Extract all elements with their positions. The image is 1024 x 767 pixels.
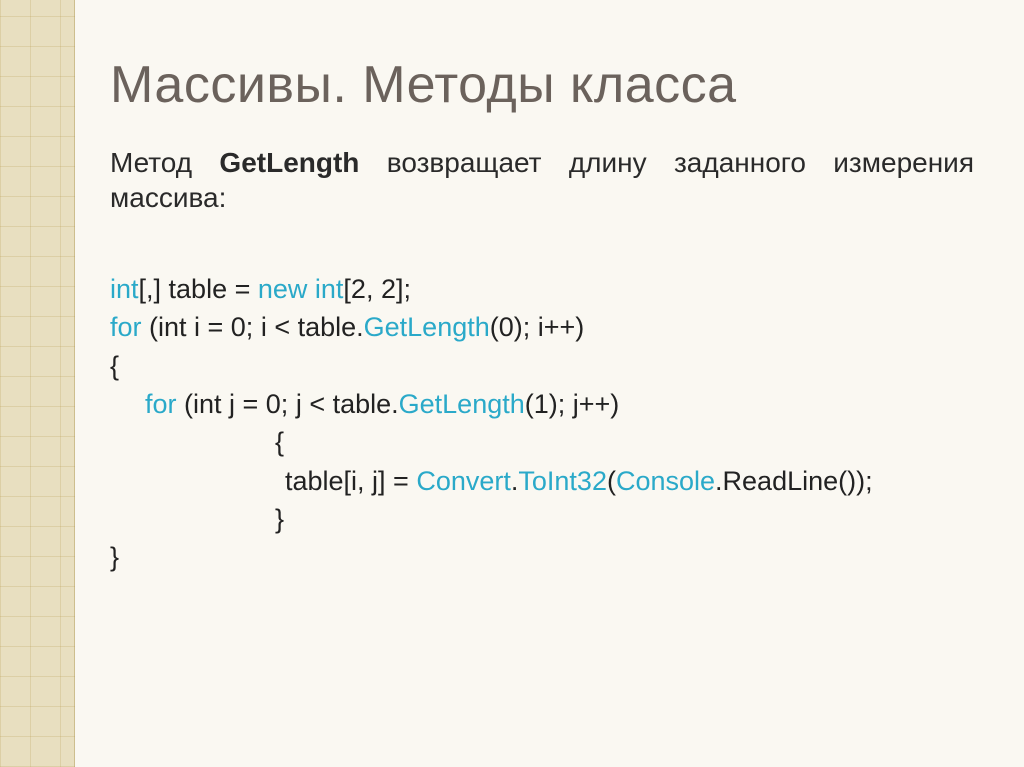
- code-text: (1); j++): [525, 389, 620, 419]
- code-text: (: [607, 466, 616, 496]
- kw-getlength: GetLength: [364, 312, 490, 342]
- code-line-4: for (int j = 0; j < table.GetLength(1); …: [110, 385, 974, 423]
- code-text: [2, 2];: [343, 274, 411, 304]
- slide: Массивы. Методы класса Метод GetLength в…: [0, 0, 1024, 767]
- decorative-sidebar: [0, 0, 75, 767]
- kw-int: int: [110, 274, 139, 304]
- description-text: Метод GetLength возвращает длину заданно…: [110, 145, 974, 215]
- slide-title: Массивы. Методы класса: [110, 55, 974, 115]
- code-line-3: {: [110, 347, 974, 385]
- kw-for: for: [110, 312, 142, 342]
- kw-convert: Convert: [416, 466, 511, 496]
- code-line-1: int[,] table = new int[2, 2];: [110, 270, 974, 308]
- code-text: .ReadLine());: [715, 466, 873, 496]
- code-line-2: for (int i = 0; i < table.GetLength(0); …: [110, 308, 974, 346]
- code-text: table[i, j] =: [285, 466, 416, 496]
- kw-toint32: ToInt32: [518, 466, 607, 496]
- code-text: (0); i++): [490, 312, 585, 342]
- code-text: (int j = 0; j < table.: [177, 389, 399, 419]
- kw-new-int: new int: [258, 274, 344, 304]
- code-text: (int i = 0; i < table.: [142, 312, 364, 342]
- desc-prefix: Метод: [110, 147, 219, 178]
- kw-getlength: GetLength: [399, 389, 525, 419]
- code-line-7: }: [110, 500, 974, 538]
- kw-console: Console: [616, 466, 715, 496]
- code-line-8: }: [110, 538, 974, 576]
- code-line-6: table[i, j] = Convert.ToInt32(Console.Re…: [110, 462, 974, 500]
- code-block: int[,] table = new int[2, 2]; for (int i…: [110, 270, 974, 577]
- slide-content: Массивы. Методы класса Метод GetLength в…: [110, 55, 974, 577]
- kw-for: for: [145, 389, 177, 419]
- desc-method: GetLength: [219, 147, 359, 178]
- code-text: [,] table =: [139, 274, 258, 304]
- code-line-5: {: [110, 423, 974, 461]
